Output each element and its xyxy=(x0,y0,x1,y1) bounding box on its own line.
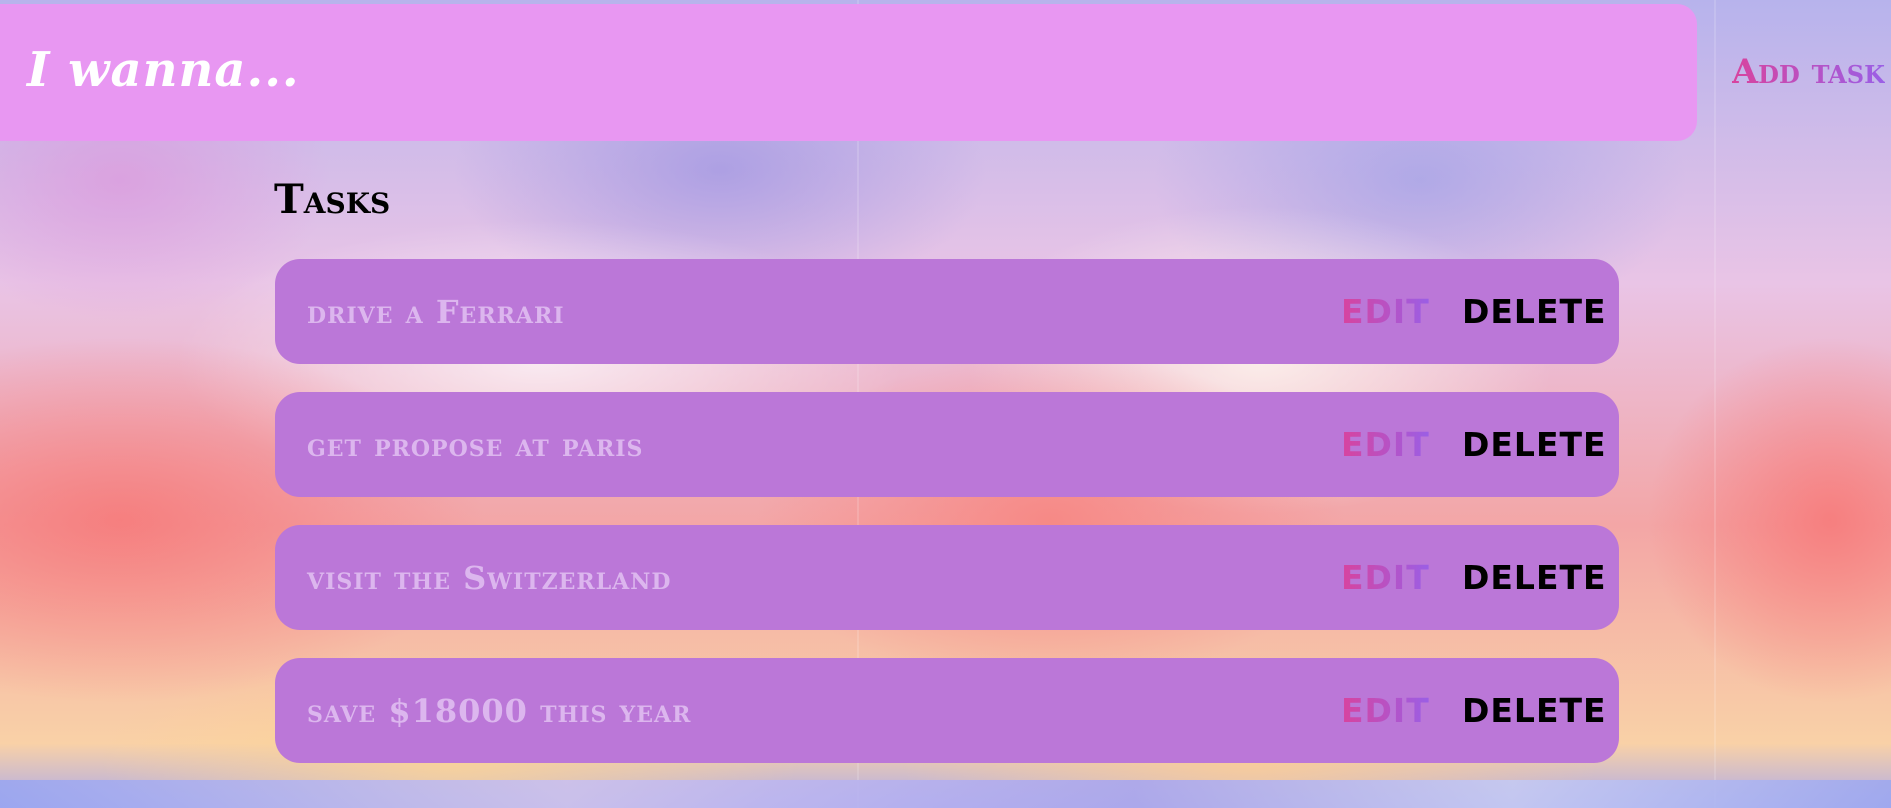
delete-button[interactable]: DELETE xyxy=(1462,691,1607,730)
task-item: drive a Ferrari EDIT DELETE xyxy=(275,259,1619,364)
task-text: visit the Switzerland xyxy=(307,558,672,597)
task-text: drive a Ferrari xyxy=(307,292,565,331)
add-task-link[interactable]: Add task xyxy=(1732,52,1885,92)
edit-button[interactable]: EDIT xyxy=(1341,425,1430,464)
app-title: I wanna... xyxy=(27,42,300,98)
edit-button[interactable]: EDIT xyxy=(1341,558,1430,597)
delete-button[interactable]: DELETE xyxy=(1462,558,1607,597)
edit-button[interactable]: EDIT xyxy=(1341,691,1430,730)
task-item: visit the Switzerland EDIT DELETE xyxy=(275,525,1619,630)
task-list: drive a Ferrari EDIT DELETE get propose … xyxy=(275,259,1619,791)
todo-app: { "header": { "title": "I wanna...", "ad… xyxy=(0,0,1891,808)
edit-button[interactable]: EDIT xyxy=(1341,292,1430,331)
header-bar: I wanna... xyxy=(0,4,1697,141)
task-text: save $18000 this year xyxy=(307,691,692,730)
background-seam xyxy=(1714,0,1716,808)
tasks-heading: Tasks xyxy=(274,176,391,223)
task-item: get propose at paris EDIT DELETE xyxy=(275,392,1619,497)
delete-button[interactable]: DELETE xyxy=(1462,292,1607,331)
delete-button[interactable]: DELETE xyxy=(1462,425,1607,464)
task-item: save $18000 this year EDIT DELETE xyxy=(275,658,1619,763)
task-text: get propose at paris xyxy=(307,425,644,464)
